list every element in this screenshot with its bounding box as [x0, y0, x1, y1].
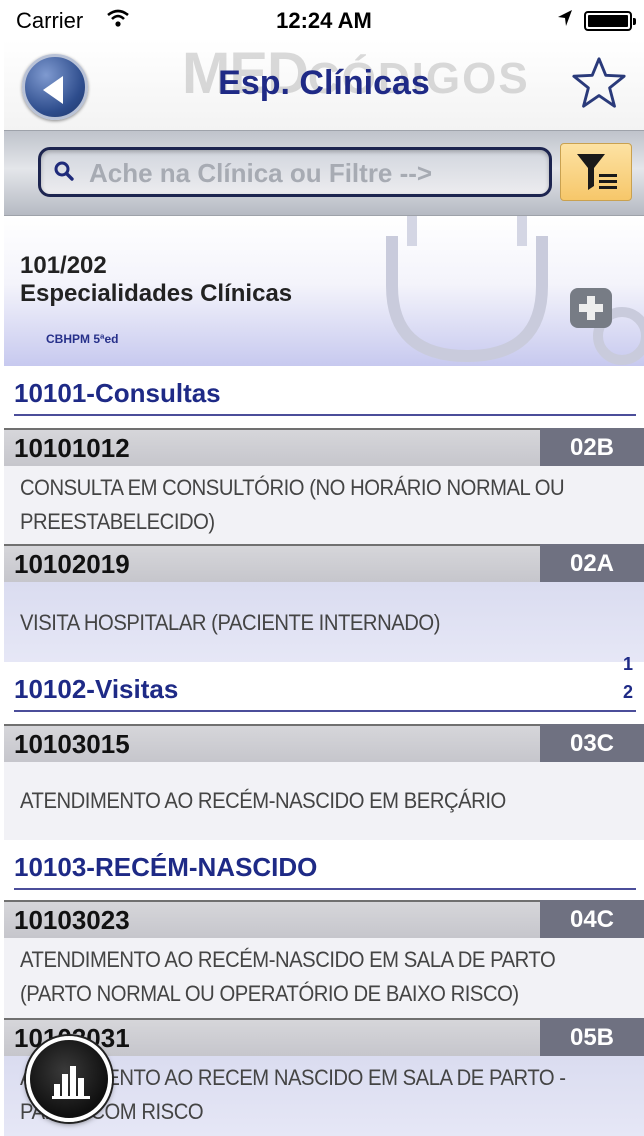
procedure-code-bar: 10101012 02B: [4, 428, 644, 468]
procedure-code: 10103023: [14, 905, 130, 935]
procedure-porte: 02A: [540, 544, 644, 584]
procedure-desc-area: ATENDIMENTO AO RECÉM-NASCIDO EM BERÇÁRIO: [4, 762, 644, 840]
procedure-desc: ATENDIMENTO AO RECÉM-NASCIDO EM SALA DE …: [20, 947, 556, 1006]
search-icon: [54, 161, 74, 181]
status-bar: Carrier 12:24 AM: [4, 0, 644, 40]
procedure-porte: 03C: [540, 724, 644, 764]
search-bar: [4, 130, 644, 216]
procedure-code: 10101012: [14, 433, 130, 463]
procedure-porte: 05B: [540, 1018, 644, 1058]
procedure-row[interactable]: 10103023 04C ATENDIMENTO AO RECÉM-NASCID…: [4, 900, 644, 1018]
section-code: 101/202: [20, 252, 107, 279]
group-label: 10103-RECÉM-NASCIDO: [14, 852, 318, 882]
section-index[interactable]: 1 2: [616, 650, 640, 706]
filter-icon: [577, 154, 617, 190]
procedure-desc: ATENDIMENTO AO RECÉM-NASCIDO EM BERÇÁRIO: [20, 788, 506, 813]
procedure-code-bar: 10102019 02A: [4, 544, 644, 584]
section-name: Especialidades Clínicas: [20, 280, 293, 307]
procedure-desc-area: VISITA HOSPITALAR (PACIENTE INTERNADO): [4, 582, 644, 662]
battery-icon: [584, 11, 636, 31]
procedure-porte: 04C: [540, 900, 644, 940]
group-header[interactable]: 10101-Consultas: [4, 366, 644, 422]
stats-button[interactable]: [26, 1036, 112, 1122]
group-label: 10102-Visitas: [14, 674, 179, 704]
procedure-porte: 02B: [540, 428, 644, 468]
filter-button[interactable]: [560, 143, 632, 201]
navigation-bar: MEDCÓDIGOS Esp. Clínicas: [4, 40, 644, 130]
procedure-row[interactable]: 10102019 02A VISITA HOSPITALAR (PACIENTE…: [4, 544, 644, 662]
search-field: [38, 147, 552, 197]
procedure-desc-area: CONSULTA EM CONSULTÓRIO (NO HORÁRIO NORM…: [4, 466, 644, 544]
clock-time: 12:24 AM: [276, 8, 372, 33]
index-item[interactable]: 2: [616, 678, 640, 706]
procedure-desc: VISITA HOSPITALAR (PACIENTE INTERNADO): [20, 610, 440, 635]
star-icon[interactable]: [570, 54, 628, 112]
section-header: 101/202 Especialidades Clínicas CBHPM 5ª…: [4, 216, 644, 366]
bar-chart-icon: [52, 1066, 90, 1099]
index-item[interactable]: 1: [616, 650, 640, 678]
procedure-code: 10102019: [14, 549, 130, 579]
group-header[interactable]: 10103-RECÉM-NASCIDO: [4, 840, 644, 896]
medkit-icon[interactable]: [570, 288, 612, 328]
page-title: Esp. Clínicas: [218, 64, 430, 102]
procedure-row[interactable]: 10103015 03C ATENDIMENTO AO RECÉM-NASCID…: [4, 724, 644, 840]
procedure-desc-area: ATENDIMENTO AO RECÉM-NASCIDO EM SALA DE …: [4, 938, 644, 1018]
procedure-desc: CONSULTA EM CONSULTÓRIO (NO HORÁRIO NORM…: [20, 475, 565, 534]
app-frame: Carrier 12:24 AM MEDCÓDIGOS Esp. Clínica…: [4, 0, 644, 1136]
procedure-code: 10103015: [14, 729, 130, 759]
section-source: CBHPM 5ªed: [46, 332, 119, 346]
procedure-code-bar: 10103023 04C: [4, 900, 644, 940]
group-label: 10101-Consultas: [14, 378, 221, 408]
location-arrow-icon: [556, 8, 574, 34]
procedure-row[interactable]: 10101012 02B CONSULTA EM CONSULTÓRIO (NO…: [4, 428, 644, 544]
procedure-code-bar: 10103015 03C: [4, 724, 644, 764]
search-input[interactable]: [89, 154, 539, 192]
group-header[interactable]: 10102-Visitas: [4, 662, 644, 718]
